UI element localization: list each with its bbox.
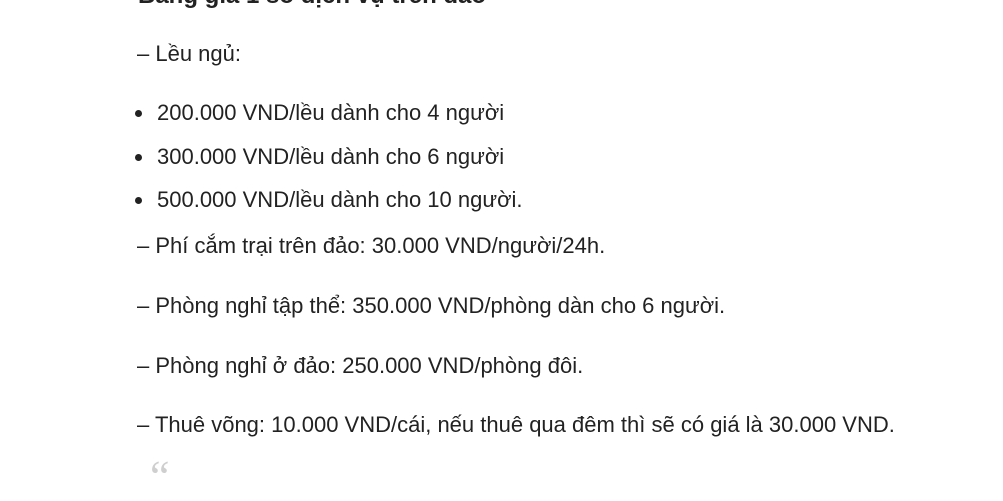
list-item: 500.000 VND/lều dành cho 10 người. (157, 187, 523, 212)
list-item: 200.000 VND/lều dành cho 4 người (157, 100, 505, 125)
camping-fee-line: – Phí cắm trại trên đảo: 30.000 VND/ngườ… (137, 233, 606, 258)
bullet-dot (135, 197, 142, 204)
tent-label: – Lều ngủ: (137, 41, 241, 66)
island-room-line: – Phòng nghỉ ở đảo: 250.000 VND/phòng đô… (137, 353, 584, 378)
dorm-room-line: – Phòng nghỉ tập thể: 350.000 VND/phòng … (137, 293, 726, 318)
quote-mark-icon: “ (150, 452, 170, 501)
hammock-line: – Thuê võng: 10.000 VND/cái, nếu thuê qu… (137, 412, 895, 437)
list-item: 300.000 VND/lều dành cho 6 người (157, 144, 505, 169)
section-heading: Bảng giá 1 số dịch vụ trên đảo (138, 0, 486, 10)
bullet-dot (135, 154, 142, 161)
bullet-dot (135, 110, 142, 117)
